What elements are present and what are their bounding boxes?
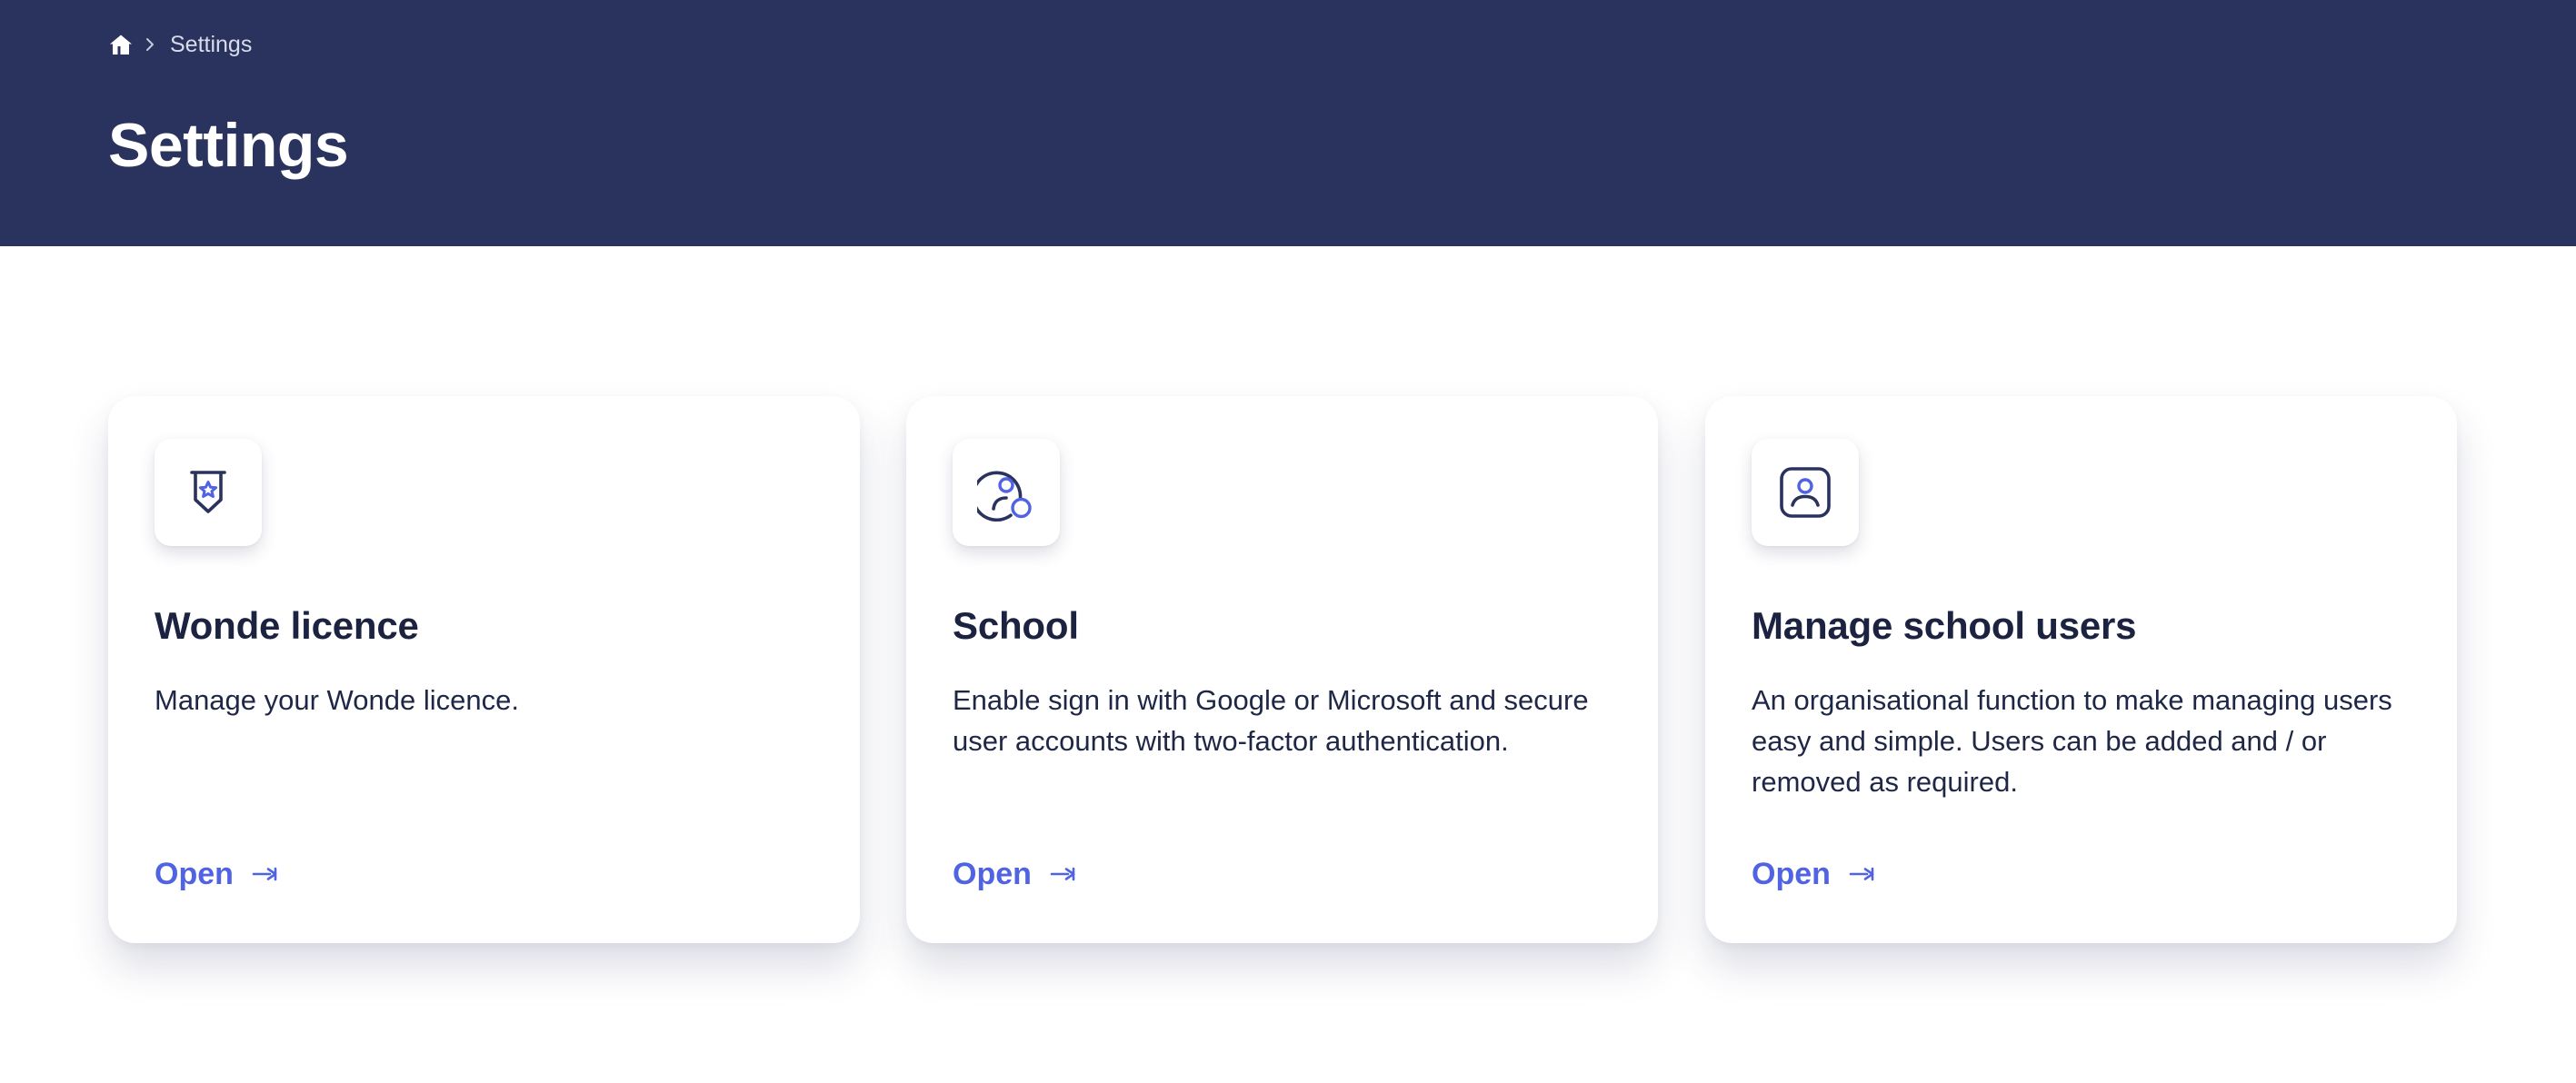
card-description: Manage your Wonde licence. [155, 684, 519, 716]
page-header: Settings Settings [0, 0, 2576, 246]
home-icon [109, 34, 133, 55]
licence-badge-icon [155, 439, 262, 546]
card-title: School [953, 604, 1079, 647]
arrow-right-icon [1849, 865, 1876, 883]
chevron-right-icon [134, 32, 166, 57]
open-label: Open [953, 857, 1032, 891]
card-title: Manage school users [1752, 604, 2137, 647]
breadcrumb-home-link[interactable] [108, 32, 134, 57]
open-wonde-licence-link[interactable]: Open [155, 852, 279, 896]
card-manage-school-users: Manage school users An organisational fu… [1705, 396, 2457, 943]
arrow-right-icon [252, 865, 279, 883]
user-frame-icon [1752, 439, 1859, 546]
school-user-icon [953, 439, 1060, 546]
arrow-right-icon [1050, 865, 1077, 883]
open-label: Open [155, 857, 234, 891]
card-description: An organisational function to make manag… [1752, 684, 2392, 798]
open-label: Open [1752, 857, 1831, 891]
open-school-link[interactable]: Open [953, 852, 1077, 896]
card-school: School Enable sign in with Google or Mic… [906, 396, 1658, 943]
card-wonde-licence: Wonde licence Manage your Wonde licence.… [108, 396, 860, 943]
card-title: Wonde licence [155, 604, 419, 647]
breadcrumb-current: Settings [170, 32, 253, 57]
settings-cards: Wonde licence Manage your Wonde licence.… [108, 396, 2457, 943]
breadcrumb: Settings [108, 29, 252, 60]
page-title: Settings [108, 111, 349, 180]
card-description: Enable sign in with Google or Microsoft … [953, 684, 1589, 757]
open-manage-school-users-link[interactable]: Open [1752, 852, 1876, 896]
